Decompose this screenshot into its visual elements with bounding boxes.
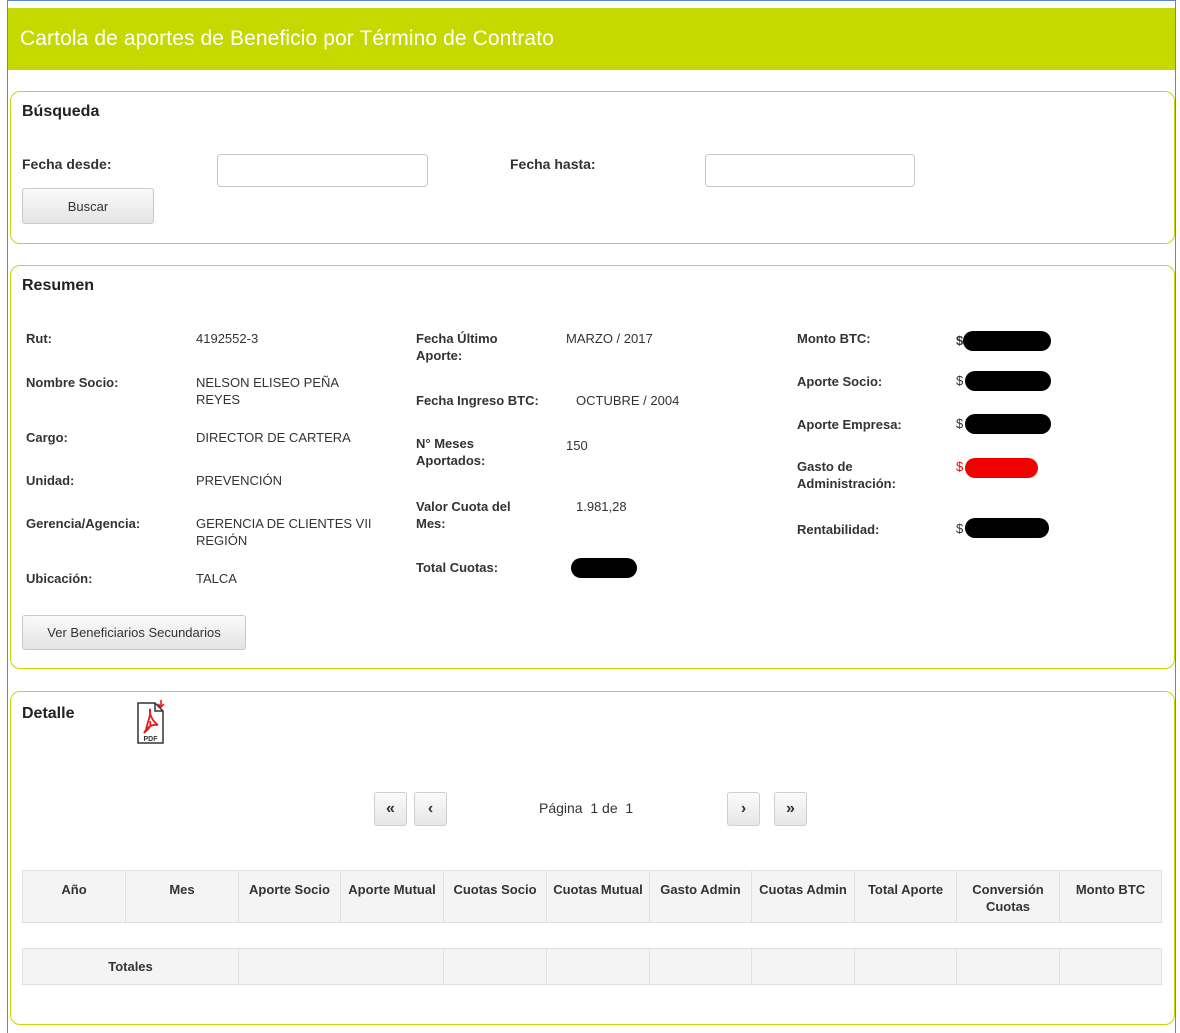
fecha-ultimo-aporte-value: MARZO / 2017 (566, 331, 653, 346)
gerencia-value: GERENCIA DE CLIENTES VII REGIÓN (196, 516, 372, 548)
col-header-aporte-mutual: Aporte Mutual (340, 870, 444, 923)
pdf-download-icon[interactable]: PDF (136, 699, 170, 745)
col-header-cuotas-mutual: Cuotas Mutual (546, 870, 650, 923)
valor-cuota-value: 1.981,28 (576, 499, 627, 514)
totales-table: Totales (22, 948, 1162, 985)
rentabilidad-label: Rentabilidad: (797, 522, 880, 537)
col-header-monto-btc: Monto BTC (1059, 870, 1162, 923)
col-header-gasto-admin: Gasto Admin (649, 870, 752, 923)
rentabilidad-currency: $ (956, 521, 964, 536)
totales-cell (546, 948, 650, 985)
totales-cell (854, 948, 957, 985)
ubicacion-value: TALCA (196, 571, 237, 586)
unidad-value: PREVENCIÓN (196, 473, 282, 488)
resumen-title: Resumen (22, 277, 95, 294)
nombre-socio-value: NELSON ELISEO PEÑA REYES (196, 375, 339, 407)
resumen-panel: Resumen Rut: 4192552-3 Nombre Socio: NEL… (10, 265, 1175, 669)
aporte-socio-currency: $ (956, 373, 964, 388)
ver-beneficiarios-secundarios-button[interactable]: Ver Beneficiarios Secundarios (22, 615, 246, 650)
totales-cell (238, 948, 444, 985)
fecha-ingreso-btc-value: OCTUBRE / 2004 (576, 393, 680, 408)
totales-label: Totales (22, 948, 239, 985)
gasto-administracion-redacted (965, 458, 1038, 478)
totales-cell (1059, 948, 1162, 985)
rentabilidad-redacted (965, 518, 1049, 538)
col-header-mes: Mes (125, 870, 239, 923)
monto-btc-redacted (963, 331, 1051, 351)
pdf-icon-label: PDF (144, 736, 159, 743)
fecha-ultimo-aporte-label: Fecha Último Aporte: (416, 331, 498, 363)
last-page-button[interactable]: » (774, 792, 807, 826)
fecha-ingreso-btc-label: Fecha Ingreso BTC: (416, 393, 539, 408)
total-cuotas-label: Total Cuotas: (416, 560, 499, 575)
gasto-administracion-currency: $ (956, 459, 964, 474)
prev-page-button[interactable]: ‹ (414, 792, 447, 826)
gasto-administracion-label: Gasto de Administración: (797, 459, 896, 491)
col-header-total-aporte: Total Aporte (854, 870, 957, 923)
buscar-button[interactable]: Buscar (22, 188, 154, 224)
detalle-table: Año Mes Aporte Socio Aporte Mutual Cuota… (22, 870, 1162, 923)
rut-value: 4192552-3 (196, 331, 259, 346)
window-border-top (7, 0, 1176, 1)
totales-cell (956, 948, 1060, 985)
fecha-hasta-label: Fecha hasta: (510, 156, 596, 172)
col-header-cuotas-admin: Cuotas Admin (751, 870, 855, 923)
col-header-ano: Año (22, 870, 126, 923)
total-cuotas-redacted (571, 558, 637, 578)
col-header-conversion-cuotas: Conversión Cuotas (956, 870, 1060, 923)
busqueda-panel: Búsqueda Fecha desde: Fecha hasta: Busca… (10, 91, 1175, 244)
meses-aportados-value: 150 (566, 438, 588, 453)
fecha-desde-input[interactable] (217, 154, 428, 187)
valor-cuota-label: Valor Cuota del Mes: (416, 499, 511, 531)
busqueda-title: Búsqueda (22, 103, 100, 120)
fecha-desde-label: Fecha desde: (22, 156, 112, 172)
rut-label: Rut: (26, 331, 52, 346)
aporte-empresa-currency: $ (956, 416, 964, 431)
detalle-title: Detalle (22, 705, 75, 722)
col-header-aporte-socio: Aporte Socio (238, 870, 341, 923)
cargo-value: DIRECTOR DE CARTERA (196, 430, 351, 445)
window-border-right (1175, 0, 1176, 1033)
page-title: Cartola de aportes de Beneficio por Térm… (8, 8, 1175, 70)
ubicacion-label: Ubicación: (26, 571, 93, 586)
totales-cell (751, 948, 855, 985)
window-border-left (7, 0, 8, 1033)
nombre-socio-label: Nombre Socio: (26, 375, 119, 390)
totales-cell (443, 948, 547, 985)
meses-aportados-label: N° Meses Aportados: (416, 436, 486, 468)
totales-row: Totales (22, 948, 1162, 985)
next-page-button[interactable]: › (727, 792, 760, 826)
fecha-hasta-input[interactable] (705, 154, 915, 187)
aporte-empresa-redacted (965, 414, 1051, 434)
gerencia-label: Gerencia/Agencia: (26, 516, 141, 531)
aporte-socio-redacted (965, 371, 1051, 391)
col-header-cuotas-socio: Cuotas Socio (443, 870, 547, 923)
table-header-row: Año Mes Aporte Socio Aporte Mutual Cuota… (22, 870, 1162, 923)
monto-btc-label: Monto BTC: (797, 331, 871, 346)
pagination-text: Página 1 de 1 (539, 800, 634, 816)
totales-cell (649, 948, 752, 985)
aporte-socio-label: Aporte Socio: (797, 374, 883, 389)
first-page-button[interactable]: « (374, 792, 407, 826)
aporte-empresa-label: Aporte Empresa: (797, 417, 902, 432)
cargo-label: Cargo: (26, 430, 68, 445)
detalle-panel: Detalle PDF « ‹ Página 1 de 1 › » Año Me… (10, 691, 1175, 1025)
unidad-label: Unidad: (26, 473, 75, 488)
